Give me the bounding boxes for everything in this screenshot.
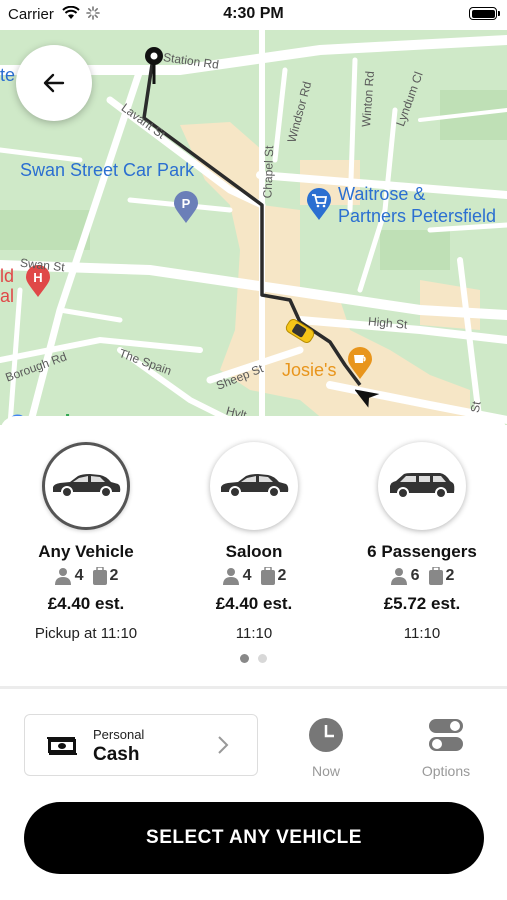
vehicle-pickup-time: 11:10 [235, 625, 273, 642]
luggage-count: 2 [445, 567, 455, 584]
options-button[interactable]: Options [406, 718, 486, 779]
vehicle-name: 6 Passengers [367, 542, 477, 561]
passenger-icon [390, 568, 407, 585]
vehicle-option-saloon[interactable]: Saloon 4 2 £4.40 est. 11:10 [170, 442, 338, 642]
select-vehicle-button[interactable]: SELECT ANY VEHICLE [24, 802, 484, 874]
passenger-icon [54, 568, 71, 585]
poi-label-waitrose-line2[interactable]: Partners Petersfield [338, 206, 496, 227]
back-button[interactable] [16, 45, 92, 121]
arrow-left-icon [43, 73, 65, 93]
poi-label-edge-2: al [0, 286, 15, 306]
payment-method-name: Cash [93, 744, 140, 765]
passenger-count: 6 [410, 567, 420, 584]
cash-icon [47, 737, 77, 755]
poi-label-edge-1: ld [0, 266, 15, 286]
poi-label-edge-top: te [0, 65, 16, 85]
toggle-options-icon [429, 719, 463, 751]
parking-icon: P [174, 191, 198, 223]
vehicle-icon-circle[interactable] [210, 442, 298, 530]
status-bar: Carrier 4:30 PM [0, 0, 507, 30]
options-label: Options [421, 763, 471, 779]
vehicle-price: £4.40 est. [47, 594, 125, 613]
vehicle-pickup-time: Pickup at 11:10 [34, 625, 138, 642]
vehicle-price: £4.40 est. [215, 594, 293, 613]
poi-label-waitrose-line1[interactable]: Waitrose & [338, 184, 425, 205]
svg-text:P: P [182, 196, 191, 211]
sedan-car-icon [53, 474, 121, 498]
luggage-icon [428, 567, 443, 585]
sedan-car-icon [221, 474, 289, 498]
vehicle-capacity: 6 2 [338, 567, 506, 585]
vehicle-pickup-time: 11:10 [403, 625, 441, 642]
payment-method-selector[interactable]: Personal Cash [24, 714, 258, 776]
poi-label-swan-street-car-park[interactable]: Swan Street Car Park [20, 160, 194, 181]
vehicle-capacity: 4 2 [2, 567, 170, 585]
page-dot-1[interactable] [240, 654, 249, 663]
luggage-icon [92, 567, 107, 585]
luggage-count: 2 [277, 567, 287, 584]
poi-label-josies[interactable]: Josie's [282, 360, 336, 381]
chevron-right-icon [218, 736, 229, 754]
street-label-edge-st: St [467, 400, 484, 414]
vehicle-icon-circle[interactable] [42, 442, 130, 530]
vehicle-option-any-vehicle[interactable]: Any Vehicle 4 2 £4.40 est. Pickup at 11:… [2, 442, 170, 642]
now-button[interactable]: Now [286, 718, 366, 779]
vehicle-price: £5.72 est. [383, 594, 461, 613]
cafe-icon [348, 347, 372, 379]
passenger-icon [222, 568, 239, 585]
vehicle-selector-sheet: Any Vehicle 4 2 £4.40 est. Pickup at 11:… [0, 416, 507, 686]
vehicle-option-6-passengers[interactable]: 6 Passengers 6 2 £5.72 est. 11:10 [338, 442, 506, 642]
vehicle-icon-circle[interactable] [378, 442, 466, 530]
svg-text:H: H [33, 270, 42, 285]
passenger-count: 4 [242, 567, 252, 584]
street-label-chapel-st: Chapel St [260, 145, 277, 199]
clock-icon [309, 718, 343, 752]
battery-icon [469, 7, 500, 20]
supermarket-icon [307, 188, 331, 220]
navigation-arrow-icon [355, 389, 380, 408]
page-indicator [0, 654, 507, 663]
taxi-car-icon [285, 319, 315, 343]
payment-account-type: Personal [93, 727, 145, 742]
clock-time: 4:30 PM [223, 5, 284, 22]
luggage-count: 2 [109, 567, 119, 584]
luggage-icon [260, 567, 275, 585]
vehicle-name: Any Vehicle [38, 542, 134, 561]
page-dot-2[interactable] [258, 654, 267, 663]
vehicle-capacity: 4 2 [170, 567, 338, 585]
passenger-count: 4 [74, 567, 84, 584]
now-label: Now [311, 763, 340, 779]
mpv-car-icon [390, 473, 455, 499]
vehicle-name: Saloon [225, 542, 283, 561]
